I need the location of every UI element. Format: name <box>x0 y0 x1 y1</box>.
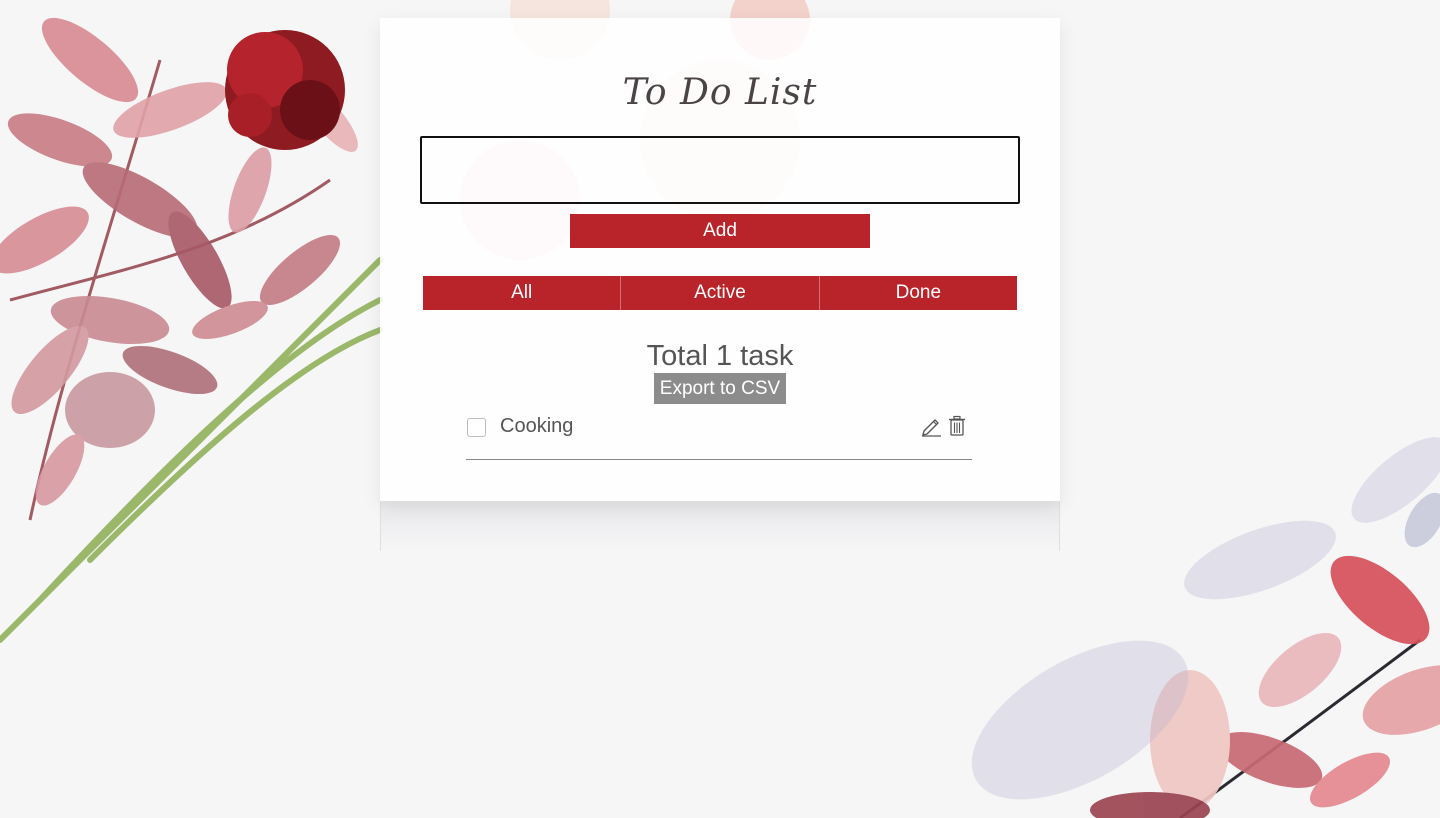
filter-tabs: All Active Done <box>423 276 1017 310</box>
task-input[interactable] <box>420 136 1020 204</box>
filter-active-button[interactable]: Active <box>620 276 819 310</box>
task-count: Total 1 task <box>646 340 794 372</box>
export-csv-button[interactable]: Export to CSV <box>654 373 786 404</box>
pencil-icon[interactable] <box>920 415 942 437</box>
page-title: To Do List <box>622 72 818 113</box>
task-label: Cooking <box>500 415 574 437</box>
task-checkbox[interactable] <box>467 418 486 437</box>
trash-icon[interactable] <box>946 415 968 437</box>
list-item: Cooking <box>466 410 972 460</box>
add-button[interactable]: Add <box>570 214 870 248</box>
filter-done-button[interactable]: Done <box>818 276 1017 310</box>
filter-all-button[interactable]: All <box>423 276 621 310</box>
todo-card: To Do List Add All Active Done Total 1 t… <box>380 18 1060 501</box>
card-shadow <box>380 501 1060 551</box>
